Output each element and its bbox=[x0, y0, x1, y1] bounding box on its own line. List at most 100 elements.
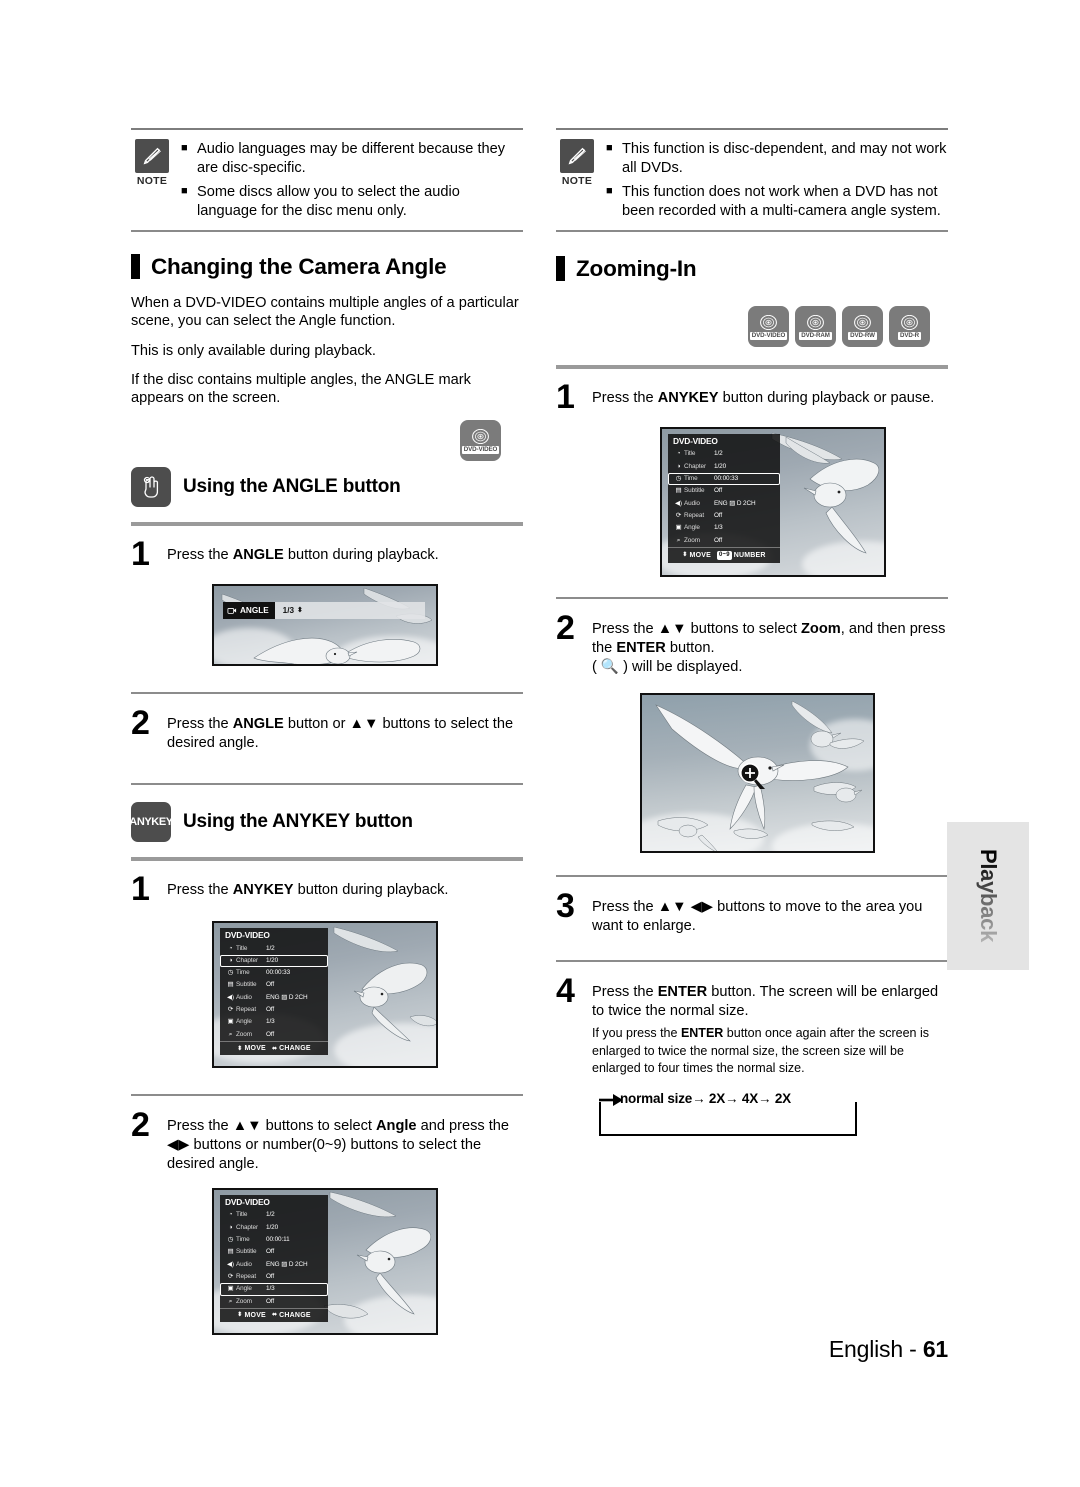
step-text-bold: Angle bbox=[375, 1118, 417, 1135]
osd-row-angle[interactable]: ▣ Angle 1/3 bbox=[668, 522, 780, 534]
step-text: Press the ▲▼ buttons to select Zoom, and… bbox=[592, 613, 948, 677]
footer-separator: - bbox=[909, 1336, 917, 1362]
step-text-bold2: ENTER bbox=[616, 640, 666, 657]
screenshot-zoom-target bbox=[640, 693, 875, 854]
screenshot-osd-time: DVD-VIDEO ◔ Title 1/2 ◑ Chapter 1/20 ◷ Time 00… bbox=[660, 427, 886, 578]
repeat-icon: ⟳ bbox=[227, 1272, 234, 1280]
osd-menu[interactable]: DVD-VIDEO ◔ Title 1/2 ◑ Chapter 1/20 ◷ Time 00… bbox=[220, 928, 328, 1055]
step-text-pre: Press the bbox=[167, 546, 233, 563]
osd-row-subtitle[interactable]: ▤ Subtitle Off bbox=[668, 485, 780, 497]
step-angle-1: 1 Press the ANGLE button during playback… bbox=[131, 537, 523, 571]
anykey-button-icon: ANYKEY bbox=[129, 801, 173, 842]
step-text-bold: ANGLE bbox=[232, 716, 284, 733]
note-badge: NOTE bbox=[131, 139, 173, 221]
osd-row-zoom[interactable]: ⌕ Zoom Off bbox=[220, 1029, 328, 1041]
osd-menu[interactable]: DVD-VIDEO ◔ Title 1/2 ◑ Chapter 1/20 ◷ Time 00… bbox=[668, 434, 780, 563]
step-angle-2: 2 Press the ANGLE button or ▲▼ buttons t… bbox=[131, 704, 523, 753]
zoom-magnifier-cursor-icon bbox=[738, 761, 768, 796]
title-icon: ◔ bbox=[676, 450, 681, 458]
osd-row-subtitle[interactable]: ▤ Subtitle Off bbox=[220, 1246, 328, 1258]
osd-row-subtitle[interactable]: ▤ Subtitle Off bbox=[220, 980, 328, 992]
page-footer: English - 61 bbox=[0, 1336, 948, 1363]
heading-bar-icon bbox=[131, 254, 140, 280]
disc-icon-dvd-video: DVD-VIDEO bbox=[460, 419, 501, 461]
step-text-pre: Press the bbox=[592, 983, 658, 1000]
angle-camera-icon bbox=[227, 608, 237, 614]
step-text-bold: ANGLE bbox=[232, 546, 284, 563]
magnifier-icon: ⌕ bbox=[228, 1297, 233, 1305]
chapter-icon: ◑ bbox=[228, 1223, 233, 1231]
number-keys-chip: 0~9 bbox=[716, 550, 732, 560]
step-text-bold: ANYKEY bbox=[232, 881, 294, 898]
disc-icon-dvd-r: DVD-R bbox=[889, 305, 930, 347]
clock-icon: ◷ bbox=[675, 475, 682, 483]
step-number: 3 bbox=[556, 887, 575, 926]
disc-icon-dvd-rw: DVD-RW bbox=[842, 305, 883, 347]
step-text: Press the ANGLE button or ▲▼ buttons to … bbox=[167, 708, 523, 753]
osd-row-title[interactable]: ◔ Title 1/2 bbox=[220, 943, 328, 955]
magnifier-icon: ⌕ bbox=[228, 1030, 233, 1038]
osd-row-chapter[interactable]: ◑ Chapter 1/20 bbox=[668, 461, 780, 473]
osd-title: DVD-VIDEO bbox=[225, 1197, 270, 1208]
osd-row-time[interactable]: ◷ Time 00:00:33 bbox=[220, 967, 328, 979]
screenshot-osd-angle: DVD-VIDEO ◔ Title 1/2 ◑ Chapter 1/20 ◷ Time 00… bbox=[212, 1188, 438, 1336]
osd-row-angle[interactable]: ▣ Angle 1/3 bbox=[220, 1016, 328, 1028]
step-text-bold: ANYKEY bbox=[657, 389, 719, 406]
osd-row-repeat[interactable]: ⟳ Repeat Off bbox=[220, 1271, 328, 1283]
divider bbox=[556, 597, 948, 600]
osd-row-angle[interactable]: ▣ Angle 1/3 bbox=[220, 1283, 328, 1296]
osd-row-repeat[interactable]: ⟳ Repeat Off bbox=[220, 1004, 328, 1016]
bullet-icon: ■ bbox=[606, 184, 613, 197]
step-number: 2 bbox=[131, 704, 150, 743]
side-tab-playback: Playback bbox=[947, 822, 1029, 970]
bullet-icon: ■ bbox=[181, 184, 188, 197]
step-zoom-2: 2 Press the ▲▼ buttons to select Zoom, a… bbox=[556, 609, 948, 677]
osd-row-audio[interactable]: ◀) Audio ENG ▨ D 2CH bbox=[668, 498, 780, 510]
disc-icon-dvd-ram: DVD-RAM bbox=[795, 305, 836, 347]
section-heading-zooming-in: Zooming-In bbox=[556, 256, 948, 282]
step-text-pre: Press the bbox=[167, 881, 233, 898]
osd-row-zoom[interactable]: ⌕ Zoom Off bbox=[668, 535, 780, 547]
side-tab-label: Playback bbox=[976, 849, 1001, 943]
disc-label: DVD-RW bbox=[848, 331, 877, 340]
subsection-using-anykey-button: ANYKEY Using the ANYKEY button bbox=[129, 801, 523, 842]
osd-row-chapter[interactable]: ◑ Chapter 1/20 bbox=[220, 1222, 328, 1234]
screenshot-osd-chapter: DVD-VIDEO ◔ Title 1/2 ◑ Chapter 1/20 ◷ Time 00… bbox=[212, 921, 438, 1069]
osd-menu[interactable]: DVD-VIDEO ◔ Title 1/2 ◑ Chapter 1/20 ◷ Time 00… bbox=[220, 1195, 328, 1322]
osd-row-repeat[interactable]: ⟳ Repeat Off bbox=[668, 510, 780, 522]
subtitle-icon: ▤ bbox=[227, 981, 234, 989]
osd-row-title[interactable]: ◔ Title 1/2 bbox=[220, 1210, 328, 1222]
osd-row-audio[interactable]: ◀) Audio ENG ▨ D 2CH bbox=[220, 1259, 328, 1271]
osd-row-audio[interactable]: ◀) Audio ENG ▨ D 2CH bbox=[220, 992, 328, 1004]
step-anykey-2: 2 Press the ▲▼ buttons to select Angle a… bbox=[131, 1108, 523, 1174]
subsection-title: Using the ANGLE button bbox=[183, 475, 401, 497]
divider bbox=[556, 229, 948, 232]
osd-row-chapter[interactable]: ◑ Chapter 1/20 bbox=[220, 954, 328, 968]
section-heading-camera-angle: Changing the Camera Angle bbox=[131, 254, 523, 280]
subsection-using-angle-button: Using the ANGLE button bbox=[131, 466, 523, 507]
paragraph: When a DVD-VIDEO contains multiple angle… bbox=[131, 294, 519, 330]
osd-row-time[interactable]: ◷ Time 00:00:11 bbox=[220, 1234, 328, 1246]
subnote-pre: If you press the bbox=[592, 1025, 681, 1040]
step-number: 2 bbox=[556, 609, 575, 648]
subtitle-icon: ▤ bbox=[227, 1248, 234, 1256]
step-text-pre: Press the bbox=[592, 389, 658, 406]
left-column: NOTE ■ Audio languages may be different … bbox=[129, 128, 523, 1336]
divider bbox=[131, 1094, 523, 1097]
title-icon: ◔ bbox=[228, 944, 233, 952]
divider bbox=[131, 856, 523, 861]
step-text: Press the ▲▼ buttons to select Angle and… bbox=[167, 1110, 523, 1174]
speaker-icon: ◀) bbox=[226, 993, 235, 1001]
step-zoom-1: 1 Press the ANYKEY button during playbac… bbox=[556, 380, 948, 414]
osd-row-time[interactable]: ◷ Time 00:00:33 bbox=[668, 473, 780, 486]
chapter-icon: ◑ bbox=[228, 956, 233, 964]
up-down-arrow-icon: ⬍ bbox=[237, 1045, 243, 1052]
up-down-arrow-icon: ⬍ bbox=[237, 1312, 243, 1319]
osd-row-title[interactable]: ◔ Title 1/2 bbox=[668, 449, 780, 461]
osd-row-zoom[interactable]: ⌕ Zoom Off bbox=[220, 1296, 328, 1308]
angle-icon: ▣ bbox=[227, 1018, 234, 1026]
step-text-bold: Zoom bbox=[800, 621, 841, 638]
section-title: Zooming-In bbox=[576, 255, 697, 281]
note-caption: NOTE bbox=[561, 175, 593, 187]
divider bbox=[131, 229, 523, 232]
